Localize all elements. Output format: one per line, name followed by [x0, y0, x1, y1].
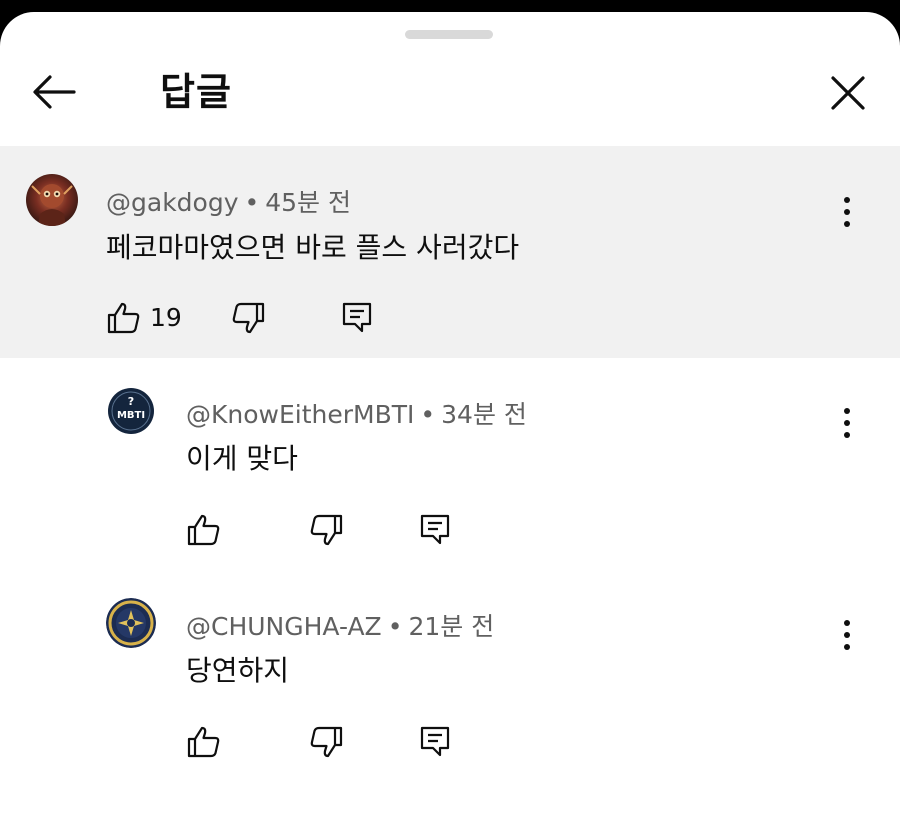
avatar[interactable]	[26, 174, 78, 226]
comment-meta: @gakdogy • 45분 전	[106, 188, 351, 218]
reply-comment: ? MBTI @KnowEitherMBTI • 34분 전 이게 맞다	[0, 358, 900, 570]
reply-comment: @CHUNGHA-AZ • 21분 전 당연하지	[0, 570, 900, 782]
reply-comment-icon	[420, 514, 450, 545]
comment-actions	[186, 724, 466, 764]
comment-actions: 19	[106, 300, 406, 340]
header: 답글	[0, 52, 900, 147]
comment-meta: @KnowEitherMBTI • 34분 전	[186, 400, 527, 430]
comment-author[interactable]: @CHUNGHA-AZ	[186, 612, 382, 641]
comment-time: 45분 전	[265, 188, 352, 217]
comment-meta: @CHUNGHA-AZ • 21분 전	[186, 612, 494, 642]
thumbs-up-icon	[187, 514, 220, 546]
separator-dot: •	[244, 188, 260, 217]
avatar[interactable]	[106, 598, 156, 648]
thumbs-down-icon	[232, 302, 265, 334]
thumbs-up-icon	[107, 302, 140, 334]
back-button[interactable]	[28, 70, 80, 114]
comment-text: 페코마마였으면 바로 플스 사러갔다	[106, 231, 520, 264]
like-count: 19	[150, 303, 182, 332]
close-button[interactable]	[824, 69, 872, 117]
separator-dot: •	[387, 612, 403, 641]
comment-text: 당연하지	[186, 654, 290, 687]
dislike-button[interactable]	[308, 724, 344, 760]
dislike-button[interactable]	[308, 512, 344, 548]
more-options-button[interactable]	[834, 615, 860, 655]
svg-text:?: ?	[128, 395, 134, 408]
like-button[interactable]	[106, 300, 142, 336]
reply-comment-icon	[342, 302, 372, 333]
drag-handle[interactable]	[405, 30, 493, 39]
reply-button[interactable]	[418, 724, 454, 760]
reply-button[interactable]	[340, 300, 376, 336]
dislike-button[interactable]	[230, 300, 266, 336]
comment-actions	[186, 512, 466, 552]
more-options-button[interactable]	[834, 403, 860, 443]
separator-dot: •	[420, 400, 436, 429]
comment-author[interactable]: @KnowEitherMBTI	[186, 400, 414, 429]
thumbs-up-icon	[187, 726, 220, 758]
thumbs-down-icon	[310, 514, 343, 546]
comment-time: 34분 전	[441, 400, 527, 429]
comment-text: 이게 맞다	[186, 442, 298, 475]
replies-sheet: 답글 @gakdogy • 45분 전 페코마마였으면 바로 플스 사러갔다 1…	[0, 12, 900, 823]
more-vert-icon	[844, 197, 850, 227]
like-button[interactable]	[186, 512, 222, 548]
more-options-button[interactable]	[834, 192, 860, 232]
avatar-text: MBTI	[117, 410, 145, 421]
more-vert-icon	[844, 408, 850, 438]
more-vert-icon	[844, 620, 850, 650]
page-title: 답글	[160, 70, 232, 114]
parent-comment: @gakdogy • 45분 전 페코마마였으면 바로 플스 사러갔다 19	[0, 146, 900, 358]
arrow-left-icon	[33, 75, 76, 109]
avatar[interactable]: ? MBTI	[106, 386, 156, 436]
thumbs-down-icon	[310, 726, 343, 758]
reply-comment-icon	[420, 726, 450, 757]
like-button[interactable]	[186, 724, 222, 760]
reply-button[interactable]	[418, 512, 454, 548]
close-icon	[831, 76, 865, 110]
comment-author[interactable]: @gakdogy	[106, 188, 239, 217]
comment-time: 21분 전	[408, 612, 495, 641]
